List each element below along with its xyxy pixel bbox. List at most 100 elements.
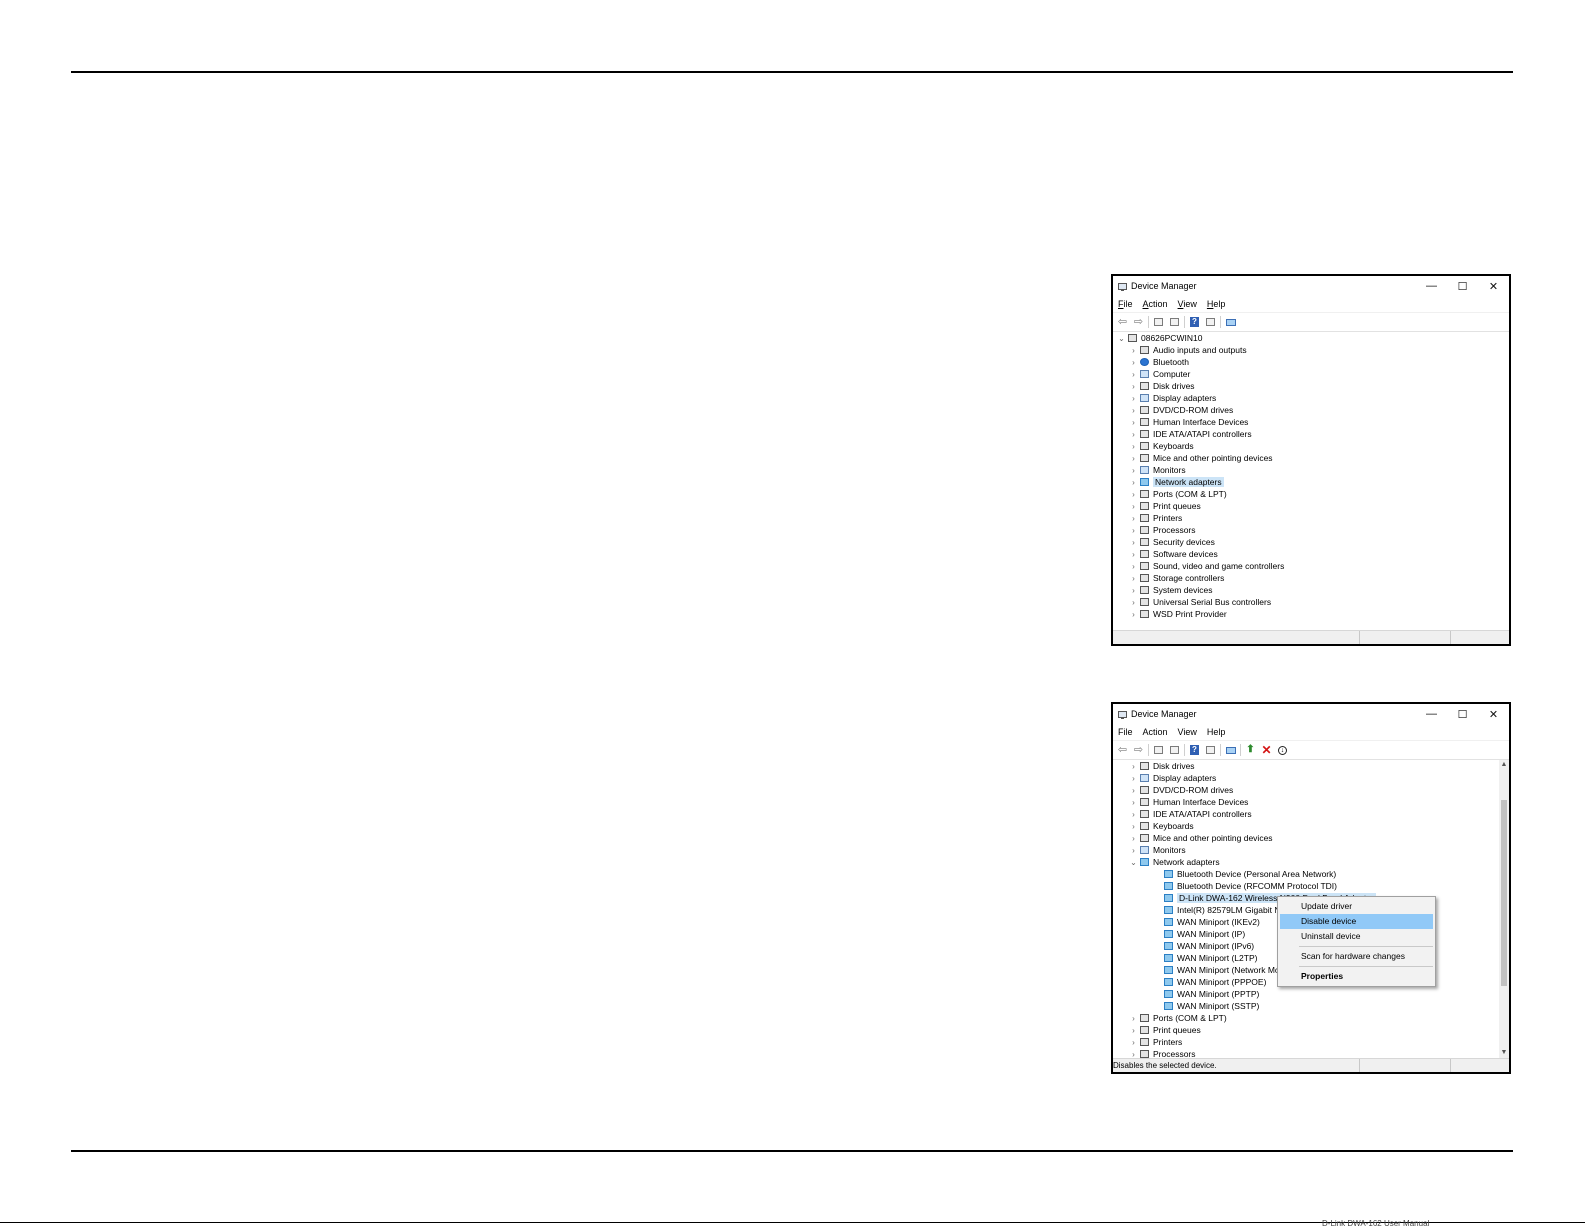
tree-item-network-adapters[interactable]: › Network adapters — [1113, 476, 1509, 488]
tree-item-human-interface-devices[interactable]: › Human Interface Devices — [1113, 416, 1509, 428]
menu-view[interactable]: View — [1178, 299, 1197, 309]
scroll-up-icon[interactable]: ▲ — [1499, 760, 1509, 770]
chevron-right-icon[interactable]: › — [1129, 502, 1138, 511]
tree-item-ports-com-lpt[interactable]: › Ports (COM & LPT) — [1113, 488, 1509, 500]
tree-item-human-interface-devices[interactable]: › Human Interface Devices — [1113, 796, 1499, 808]
chevron-right-icon[interactable]: › — [1129, 574, 1138, 583]
chevron-right-icon[interactable]: › — [1129, 810, 1138, 819]
chevron-down-icon[interactable]: ⌄ — [1117, 334, 1126, 343]
chevron-down-icon[interactable]: ⌄ — [1129, 858, 1138, 867]
menu-item-disable-device[interactable]: Disable device — [1280, 914, 1433, 929]
tree-item-processors[interactable]: › Processors — [1113, 1048, 1499, 1058]
chevron-right-icon[interactable]: › — [1129, 454, 1138, 463]
chevron-right-icon[interactable]: › — [1129, 526, 1138, 535]
action-pane-icon[interactable] — [1204, 744, 1217, 757]
vertical-scrollbar[interactable]: ▲ ▼ — [1499, 760, 1509, 1058]
tree-item-print-queues[interactable]: › Print queues — [1113, 500, 1509, 512]
chevron-right-icon[interactable]: › — [1129, 430, 1138, 439]
back-arrow-icon[interactable]: ⇦ — [1116, 316, 1129, 329]
chevron-right-icon[interactable]: › — [1129, 466, 1138, 475]
menu-item-update-driver[interactable]: Update driver — [1280, 899, 1433, 914]
tree-item-print-queues[interactable]: › Print queues — [1113, 1024, 1499, 1036]
tree-item-storage-controllers[interactable]: › Storage controllers — [1113, 572, 1509, 584]
chevron-right-icon[interactable]: › — [1129, 442, 1138, 451]
chevron-right-icon[interactable]: › — [1129, 478, 1138, 487]
menu-help[interactable]: Help — [1207, 299, 1226, 309]
chevron-right-icon[interactable]: › — [1129, 1026, 1138, 1035]
show-hide-console-tree-icon[interactable] — [1152, 744, 1165, 757]
chevron-right-icon[interactable]: › — [1129, 346, 1138, 355]
tree-item-bluetooth-device-personal-area-network[interactable]: Bluetooth Device (Personal Area Network) — [1113, 868, 1499, 880]
chevron-right-icon[interactable]: › — [1129, 598, 1138, 607]
properties-icon[interactable] — [1168, 744, 1181, 757]
tree-item-ports-com-lpt[interactable]: › Ports (COM & LPT) — [1113, 1012, 1499, 1024]
disable-device-icon[interactable]: ↓ — [1276, 744, 1289, 757]
chevron-right-icon[interactable]: › — [1129, 798, 1138, 807]
maximize-button[interactable]: ☐ — [1447, 704, 1478, 724]
chevron-right-icon[interactable]: › — [1129, 846, 1138, 855]
maximize-button[interactable]: ☐ — [1447, 276, 1478, 296]
chevron-right-icon[interactable]: › — [1129, 550, 1138, 559]
tree-item-ide-ata-atapi-controllers[interactable]: › IDE ATA/ATAPI controllers — [1113, 808, 1499, 820]
menu-item-uninstall-device[interactable]: Uninstall device — [1280, 929, 1433, 944]
forward-arrow-icon[interactable]: ⇨ — [1132, 744, 1145, 757]
tree-item-disk-drives[interactable]: › Disk drives — [1113, 380, 1509, 392]
back-arrow-icon[interactable]: ⇦ — [1116, 744, 1129, 757]
tree-item-dvd-cd-rom-drives[interactable]: › DVD/CD-ROM drives — [1113, 404, 1509, 416]
tree-item-display-adapters[interactable]: › Display adapters — [1113, 392, 1509, 404]
chevron-right-icon[interactable]: › — [1129, 514, 1138, 523]
chevron-right-icon[interactable]: › — [1129, 586, 1138, 595]
menu-view[interactable]: View — [1178, 727, 1197, 737]
minimize-button[interactable]: — — [1416, 276, 1447, 296]
forward-arrow-icon[interactable]: ⇨ — [1132, 316, 1145, 329]
tree-item-audio-inputs-and-outputs[interactable]: › Audio inputs and outputs — [1113, 344, 1509, 356]
help-icon[interactable]: ? — [1188, 744, 1201, 757]
tree-item-processors[interactable]: › Processors — [1113, 524, 1509, 536]
menu-help[interactable]: Help — [1207, 727, 1226, 737]
tree-item-ide-ata-atapi-controllers[interactable]: › IDE ATA/ATAPI controllers — [1113, 428, 1509, 440]
action-pane-icon[interactable] — [1204, 316, 1217, 329]
chevron-right-icon[interactable]: › — [1129, 418, 1138, 427]
tree-item-wan-miniport-sstp[interactable]: WAN Miniport (SSTP) — [1113, 1000, 1499, 1012]
tree-item-wsd-print-provider[interactable]: › WSD Print Provider — [1113, 608, 1509, 620]
properties-icon[interactable] — [1168, 316, 1181, 329]
scrollbar-thumb[interactable] — [1501, 800, 1507, 986]
chevron-right-icon[interactable]: › — [1129, 786, 1138, 795]
tree-item-printers[interactable]: › Printers — [1113, 512, 1509, 524]
tree-item-printers[interactable]: › Printers — [1113, 1036, 1499, 1048]
tree-item-bluetooth-device-rfcomm-protocol-tdi[interactable]: Bluetooth Device (RFCOMM Protocol TDI) — [1113, 880, 1499, 892]
chevron-right-icon[interactable]: › — [1129, 490, 1138, 499]
chevron-right-icon[interactable]: › — [1129, 382, 1138, 391]
title-bar[interactable]: Device Manager — ☐ ✕ — [1113, 276, 1509, 296]
tree-item-display-adapters[interactable]: › Display adapters — [1113, 772, 1499, 784]
tree-item-universal-serial-bus-controllers[interactable]: › Universal Serial Bus controllers — [1113, 596, 1509, 608]
chevron-right-icon[interactable]: › — [1129, 834, 1138, 843]
menu-item-properties[interactable]: Properties — [1280, 969, 1433, 984]
tree-item-system-devices[interactable]: › System devices — [1113, 584, 1509, 596]
chevron-right-icon[interactable]: › — [1129, 610, 1138, 619]
minimize-button[interactable]: — — [1416, 704, 1447, 724]
menu-file[interactable]: File — [1118, 299, 1133, 309]
tree-item-keyboards[interactable]: › Keyboards — [1113, 820, 1499, 832]
chevron-right-icon[interactable]: › — [1129, 370, 1138, 379]
uninstall-device-icon[interactable]: ✕ — [1260, 744, 1273, 757]
chevron-right-icon[interactable]: › — [1129, 1050, 1138, 1059]
chevron-right-icon[interactable]: › — [1129, 1038, 1138, 1047]
tree-item-sound-video-and-game-controllers[interactable]: › Sound, video and game controllers — [1113, 560, 1509, 572]
show-hide-console-tree-icon[interactable] — [1152, 316, 1165, 329]
menu-action[interactable]: Action — [1143, 727, 1168, 737]
chevron-right-icon[interactable]: › — [1129, 1014, 1138, 1023]
tree-item-security-devices[interactable]: › Security devices — [1113, 536, 1509, 548]
help-icon[interactable]: ? — [1188, 316, 1201, 329]
tree-item-mice-and-other-pointing-devices[interactable]: › Mice and other pointing devices — [1113, 452, 1509, 464]
chevron-right-icon[interactable]: › — [1129, 562, 1138, 571]
chevron-right-icon[interactable]: › — [1129, 406, 1138, 415]
tree-item-monitors[interactable]: › Monitors — [1113, 464, 1509, 476]
menu-file[interactable]: File — [1118, 727, 1133, 737]
tree-item-network-adapters[interactable]: ⌄ Network adapters — [1113, 856, 1499, 868]
tree-item-keyboards[interactable]: › Keyboards — [1113, 440, 1509, 452]
chevron-right-icon[interactable]: › — [1129, 762, 1138, 771]
menu-item-scan-hardware[interactable]: Scan for hardware changes — [1280, 949, 1433, 964]
tree-item-software-devices[interactable]: › Software devices — [1113, 548, 1509, 560]
chevron-right-icon[interactable]: › — [1129, 394, 1138, 403]
